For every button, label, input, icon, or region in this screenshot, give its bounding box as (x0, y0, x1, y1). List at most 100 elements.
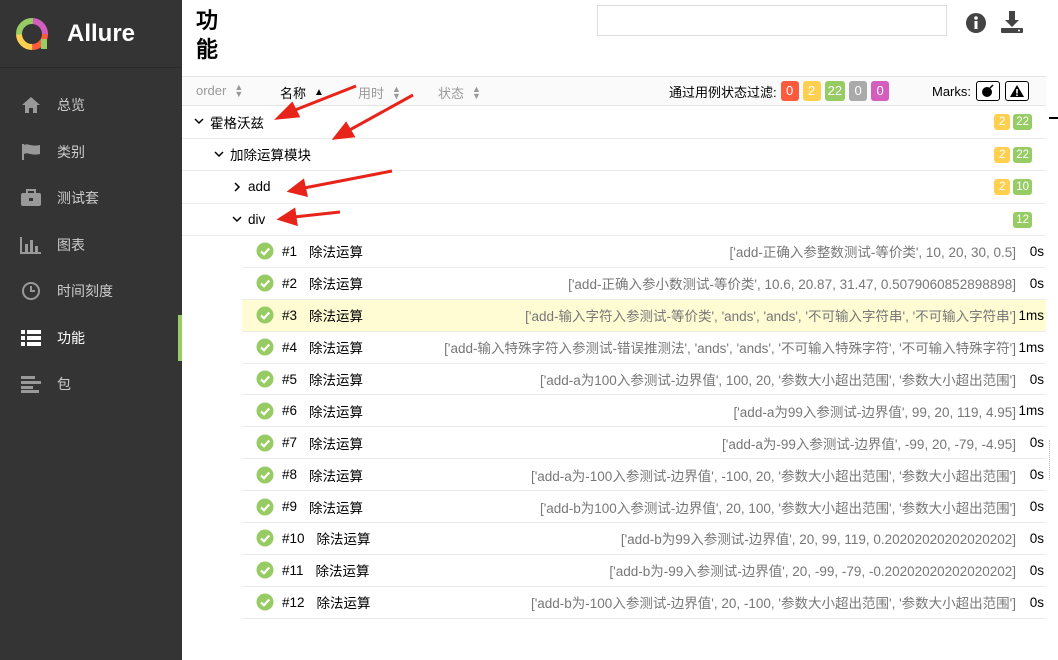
info-icon[interactable] (965, 12, 987, 37)
nav-item-packages[interactable]: 包 (0, 361, 182, 408)
chevron-down-icon (212, 151, 226, 158)
tree-group-story-div[interactable]: div 12 (182, 204, 1046, 236)
sort-status[interactable]: 状态 ▲ ▼ (438, 83, 481, 102)
marks-label: Marks: (932, 83, 971, 99)
filter-failed[interactable]: 0 (780, 81, 799, 101)
passed-status-icon (256, 306, 274, 324)
filter-broken[interactable]: 2 (802, 81, 821, 101)
search-input[interactable] (597, 5, 947, 36)
app-name: Allure (67, 19, 136, 47)
test-row[interactable]: #11 除法运算 ['add-b为-99入参测试-边界值', 20, -99, … (242, 555, 1046, 587)
test-row[interactable]: #4 除法运算 ['add-输入特殊字符入参测试-错误推测法', 'ands',… (242, 332, 1046, 364)
brand[interactable]: Allure (0, 0, 182, 68)
chevron-right-icon (230, 182, 244, 192)
test-duration: 0s (1029, 275, 1044, 291)
test-row[interactable]: #9 除法运算 ['add-b为100入参测试-边界值', 20, 100, '… (242, 491, 1046, 524)
nav-item-suites[interactable]: 测试套 (0, 175, 182, 222)
test-params: ['add-输入字符入参测试-等价类', 'ands', 'ands', '不可… (525, 309, 1016, 325)
home-icon (20, 95, 42, 115)
nav-menu: 总览 类别 测试套 图表 时间刻度 功能 包 (0, 82, 182, 408)
test-row[interactable]: #10 除法运算 ['add-b为99入参测试-边界值', 20, 99, 11… (242, 523, 1046, 555)
sort-name[interactable]: 名称 ▲ (280, 83, 324, 102)
nav-item-timeline[interactable]: 时间刻度 (0, 268, 182, 315)
splitter-handle[interactable] (1049, 440, 1050, 480)
passed-status-icon (256, 242, 274, 260)
warning-icon (1010, 85, 1024, 97)
column-label: 用时 (358, 86, 385, 101)
nav-item-graphs[interactable]: 图表 (0, 222, 182, 269)
tree-group-epic[interactable]: 霍格沃兹 2 22 (182, 106, 1046, 139)
passed-count: 10 (1013, 179, 1032, 195)
test-params: ['add-正确入参整数测试-等价类', 10, 20, 30, 0.5] (729, 245, 1017, 261)
test-row[interactable]: #1 除法运算 ['add-正确入参整数测试-等价类', 10, 20, 30,… (242, 236, 1046, 268)
test-name: 除法运算 (309, 500, 364, 516)
briefcase-icon (20, 188, 42, 208)
filter-unknown[interactable]: 0 (871, 81, 890, 101)
passed-status-icon (256, 370, 274, 388)
test-row[interactable]: #6 除法运算 ['add-a为99入参测试-边界值', 99, 20, 119… (242, 395, 1046, 428)
passed-status-icon (256, 593, 274, 611)
page-title: 功能 (196, 8, 219, 62)
filter-passed[interactable]: 22 (824, 81, 846, 101)
chevron-down-icon (230, 216, 244, 223)
test-duration: 1ms (1018, 339, 1044, 355)
group-label: div (248, 211, 266, 227)
passed-status-icon (256, 338, 274, 356)
nav-item-overview[interactable]: 总览 (0, 82, 182, 129)
test-number: #2 (282, 275, 298, 291)
column-label: 名称 (280, 86, 307, 101)
passed-status-icon (256, 561, 274, 579)
column-label: order (196, 83, 227, 98)
nav-label: 功能 (57, 329, 85, 346)
filter-label: 通过用例状态过滤: (669, 84, 777, 100)
broken-count: 2 (994, 146, 1011, 163)
test-row[interactable]: #12 除法运算 ['add-b为-100入参测试-边界值', 20, -100… (242, 587, 1046, 619)
flag-icon (20, 142, 42, 162)
tree-group-story-add[interactable]: add 2 10 (182, 171, 1046, 204)
test-duration: 0s (1029, 467, 1044, 483)
nav-label: 图表 (57, 236, 85, 253)
chevron-down-icon (192, 118, 206, 125)
new-failed-mark-button[interactable] (1005, 81, 1029, 101)
broken-count: 2 (994, 179, 1011, 195)
test-duration: 0s (1029, 499, 1044, 515)
column-label: 状态 (438, 86, 465, 101)
test-row[interactable]: #2 除法运算 ['add-正确入参小数测试-等价类', 10.6, 20.87… (242, 268, 1046, 300)
list-icon (20, 328, 42, 348)
tree-group-feature[interactable]: 加除运算模块 2 22 (182, 139, 1046, 171)
test-params: ['add-b为-99入参测试-边界值', 20, -99, -79, -0.2… (609, 564, 1016, 580)
nav-item-categories[interactable]: 类别 (0, 129, 182, 176)
passed-status-icon (256, 274, 274, 292)
behaviors-tree: 霍格沃兹 2 22 加除运算模块 2 22 add 2 10 div 12 #1… (182, 106, 1046, 619)
sort-duration[interactable]: 用时 ▲ ▼ (358, 83, 401, 102)
test-name: 除法运算 (309, 341, 364, 357)
test-row[interactable]: #5 除法运算 ['add-a为100入参测试-边界值', 100, 20, '… (242, 364, 1046, 396)
flaky-mark-button[interactable] (976, 81, 1000, 101)
test-params: ['add-正确入参小数测试-等价类', 10.6, 20.87, 31.47,… (568, 277, 1016, 293)
test-number: #3 (282, 307, 298, 323)
test-row-selected[interactable]: #3 除法运算 ['add-输入字符入参测试-等价类', 'ands', 'an… (242, 299, 1046, 332)
test-params: ['add-b为-100入参测试-边界值', 20, -100, '参数大小超出… (530, 596, 1016, 612)
passed-status-icon (256, 434, 274, 452)
bomb-icon (982, 84, 994, 97)
test-duration: 0s (1029, 594, 1044, 610)
test-number: #4 (282, 339, 298, 355)
test-name: 除法运算 (316, 532, 371, 548)
test-row[interactable]: #7 除法运算 ['add-a为-99入参测试-边界值', -99, 20, -… (242, 427, 1046, 460)
filter-skipped[interactable]: 0 (849, 81, 868, 101)
test-number: #11 (282, 562, 304, 578)
status-filter: 通过用例状态过滤: 0 2 22 0 0 (669, 81, 890, 101)
group-counts: 2 22 (991, 146, 1032, 163)
download-icon[interactable] (1000, 10, 1024, 37)
nav-label: 包 (57, 376, 71, 393)
nav-label: 时间刻度 (57, 283, 113, 300)
test-row[interactable]: #8 除法运算 ['add-a为-100入参测试-边界值', -100, 20,… (242, 459, 1046, 492)
sort-order[interactable]: order ▲ ▼ (196, 82, 243, 98)
test-duration: 0s (1029, 243, 1044, 259)
tree-toolbar: order ▲ ▼ 名称 ▲ 用时 ▲ ▼ 状态 ▲ ▼ 通过用例状态过滤: 0 2 … (182, 76, 1046, 106)
group-counts: 12 (1010, 211, 1032, 228)
nav-label: 总览 (57, 97, 85, 114)
sidebar: Allure 总览 类别 测试套 图表 时间刻度 功能 包 (0, 0, 182, 660)
nav-label: 类别 (57, 143, 85, 160)
nav-item-behaviors[interactable]: 功能 (0, 314, 182, 361)
